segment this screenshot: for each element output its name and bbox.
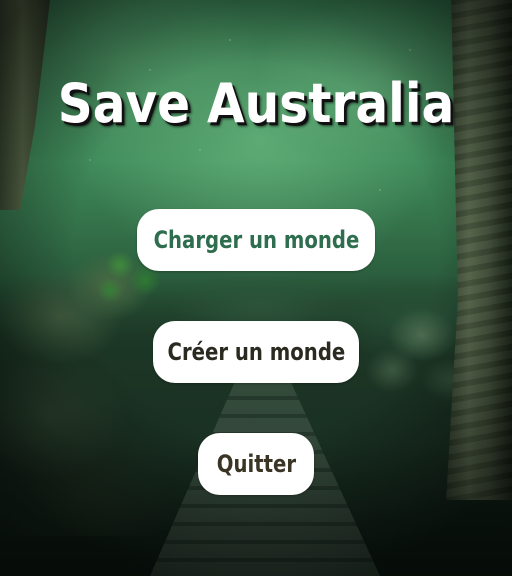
load-world-label: Charger un monde	[153, 226, 359, 254]
load-world-button[interactable]: Charger un monde	[137, 209, 375, 271]
game-title: Save Australia	[57, 72, 455, 135]
create-world-label: Créer un monde	[167, 338, 345, 366]
create-world-button[interactable]: Créer un monde	[153, 321, 359, 383]
quit-button[interactable]: Quitter	[198, 433, 314, 495]
quit-label: Quitter	[216, 450, 296, 478]
